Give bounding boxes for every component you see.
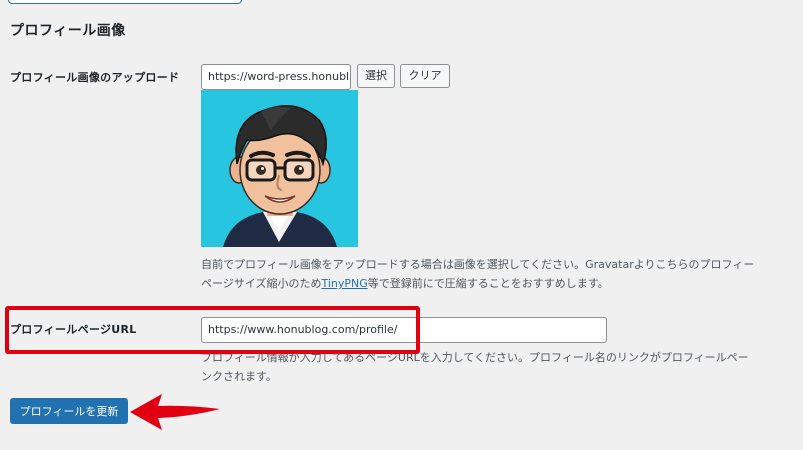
- update-profile-button[interactable]: プロフィールを更新: [10, 398, 128, 424]
- previous-field-input-edge[interactable]: [8, 0, 242, 4]
- avatar-illustration: [223, 105, 337, 247]
- red-arrow-icon: [130, 394, 220, 430]
- tinypng-link[interactable]: TinyPNG: [321, 277, 367, 290]
- select-image-button[interactable]: 選択: [357, 64, 395, 88]
- profile-image-description-line2: ページサイズ縮小のためTinyPNG等で登録前にで圧縮することをおすすめします。: [201, 274, 754, 293]
- clear-image-button[interactable]: クリア: [400, 64, 450, 88]
- profile-page-description-line2: ンクされます。: [201, 370, 277, 383]
- profile-image-description: 自前でプロフィール画像をアップロードする場合は画像を選択してください。Grava…: [201, 255, 754, 293]
- profile-avatar-image: [201, 90, 358, 247]
- profile-image-upload-label: プロフィール画像のアップロード: [10, 71, 180, 84]
- description-text-before-link: ページサイズ縮小のため: [201, 277, 322, 290]
- description-text-after-link: 等で登録前にで圧縮することをおすすめします。: [367, 277, 609, 290]
- profile-image-url-input[interactable]: https://word-press.honubl: [201, 64, 351, 90]
- red-highlight-box: [5, 306, 420, 354]
- profile-image-description-line1: 自前でプロフィール画像をアップロードする場合は画像を選択してください。Grava…: [201, 258, 755, 271]
- section-title: プロフィール画像: [10, 23, 126, 39]
